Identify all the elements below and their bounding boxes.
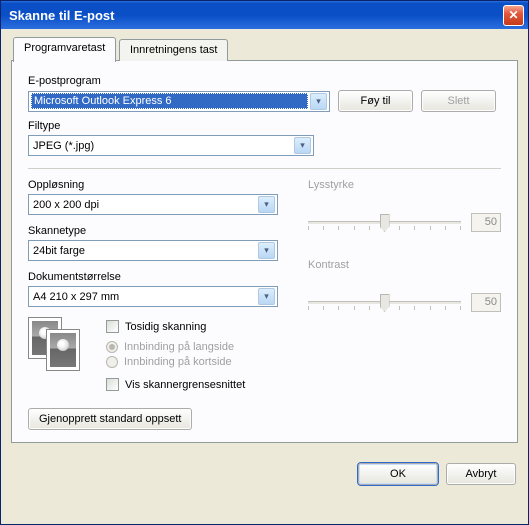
- resolution-label: Oppløsning: [28, 179, 278, 191]
- brightness-slider: 50: [308, 213, 501, 243]
- cancel-button[interactable]: Avbryt: [446, 463, 516, 485]
- chevron-down-icon: ▾: [258, 242, 275, 259]
- docsize-select[interactable]: A4 210 x 297 mm ▾: [28, 286, 278, 307]
- contrast-value: 50: [471, 293, 501, 312]
- tab-device[interactable]: Innretningens tast: [119, 39, 228, 61]
- chevron-down-icon: ▾: [294, 137, 311, 154]
- long-edge-radio: [106, 341, 118, 353]
- tab-row: Programvaretast Innretningens tast: [11, 37, 518, 61]
- email-program-select[interactable]: Microsoft Outlook Express 6 ▾: [28, 91, 330, 112]
- brightness-value: 50: [471, 213, 501, 232]
- scantype-select[interactable]: 24bit farge ▾: [28, 240, 278, 261]
- show-interface-checkbox[interactable]: [106, 378, 119, 391]
- long-edge-label: Innbinding på langside: [124, 341, 234, 353]
- close-icon: ✕: [508, 8, 518, 22]
- close-button[interactable]: ✕: [503, 5, 524, 26]
- chevron-down-icon: ▾: [258, 196, 275, 213]
- chevron-down-icon: ▾: [258, 288, 275, 305]
- filetype-select[interactable]: JPEG (*.jpg) ▾: [28, 135, 314, 156]
- add-button[interactable]: Føy til: [338, 90, 413, 112]
- resolution-select[interactable]: 200 x 200 dpi ▾: [28, 194, 278, 215]
- contrast-slider: 50: [308, 293, 501, 323]
- duplex-checkbox[interactable]: [106, 320, 119, 333]
- restore-defaults-button[interactable]: Gjenopprett standard oppsett: [28, 408, 192, 430]
- brightness-label: Lysstyrke: [308, 179, 501, 191]
- window-title: Skanne til E-post: [9, 8, 503, 23]
- show-interface-label: Vis skannergrensesnittet: [125, 379, 245, 391]
- scantype-label: Skannetype: [28, 225, 278, 237]
- ok-button[interactable]: OK: [358, 463, 438, 485]
- contrast-label: Kontrast: [308, 259, 501, 271]
- email-program-label: E-postprogram: [28, 75, 501, 87]
- short-edge-radio: [106, 356, 118, 368]
- delete-button: Slett: [421, 90, 496, 112]
- tab-panel: E-postprogram Microsoft Outlook Express …: [11, 60, 518, 443]
- duplex-thumbnail-icon: [28, 317, 88, 373]
- tab-software[interactable]: Programvaretast: [13, 37, 116, 62]
- title-bar: Skanne til E-post ✕: [1, 1, 528, 29]
- short-edge-label: Innbinding på kortside: [124, 356, 232, 368]
- filetype-label: Filtype: [28, 120, 501, 132]
- separator: [28, 168, 501, 169]
- duplex-label: Tosidig skanning: [125, 321, 206, 333]
- dialog-buttons: OK Avbryt: [1, 453, 528, 495]
- docsize-label: Dokumentstørrelse: [28, 271, 278, 283]
- chevron-down-icon: ▾: [310, 93, 327, 110]
